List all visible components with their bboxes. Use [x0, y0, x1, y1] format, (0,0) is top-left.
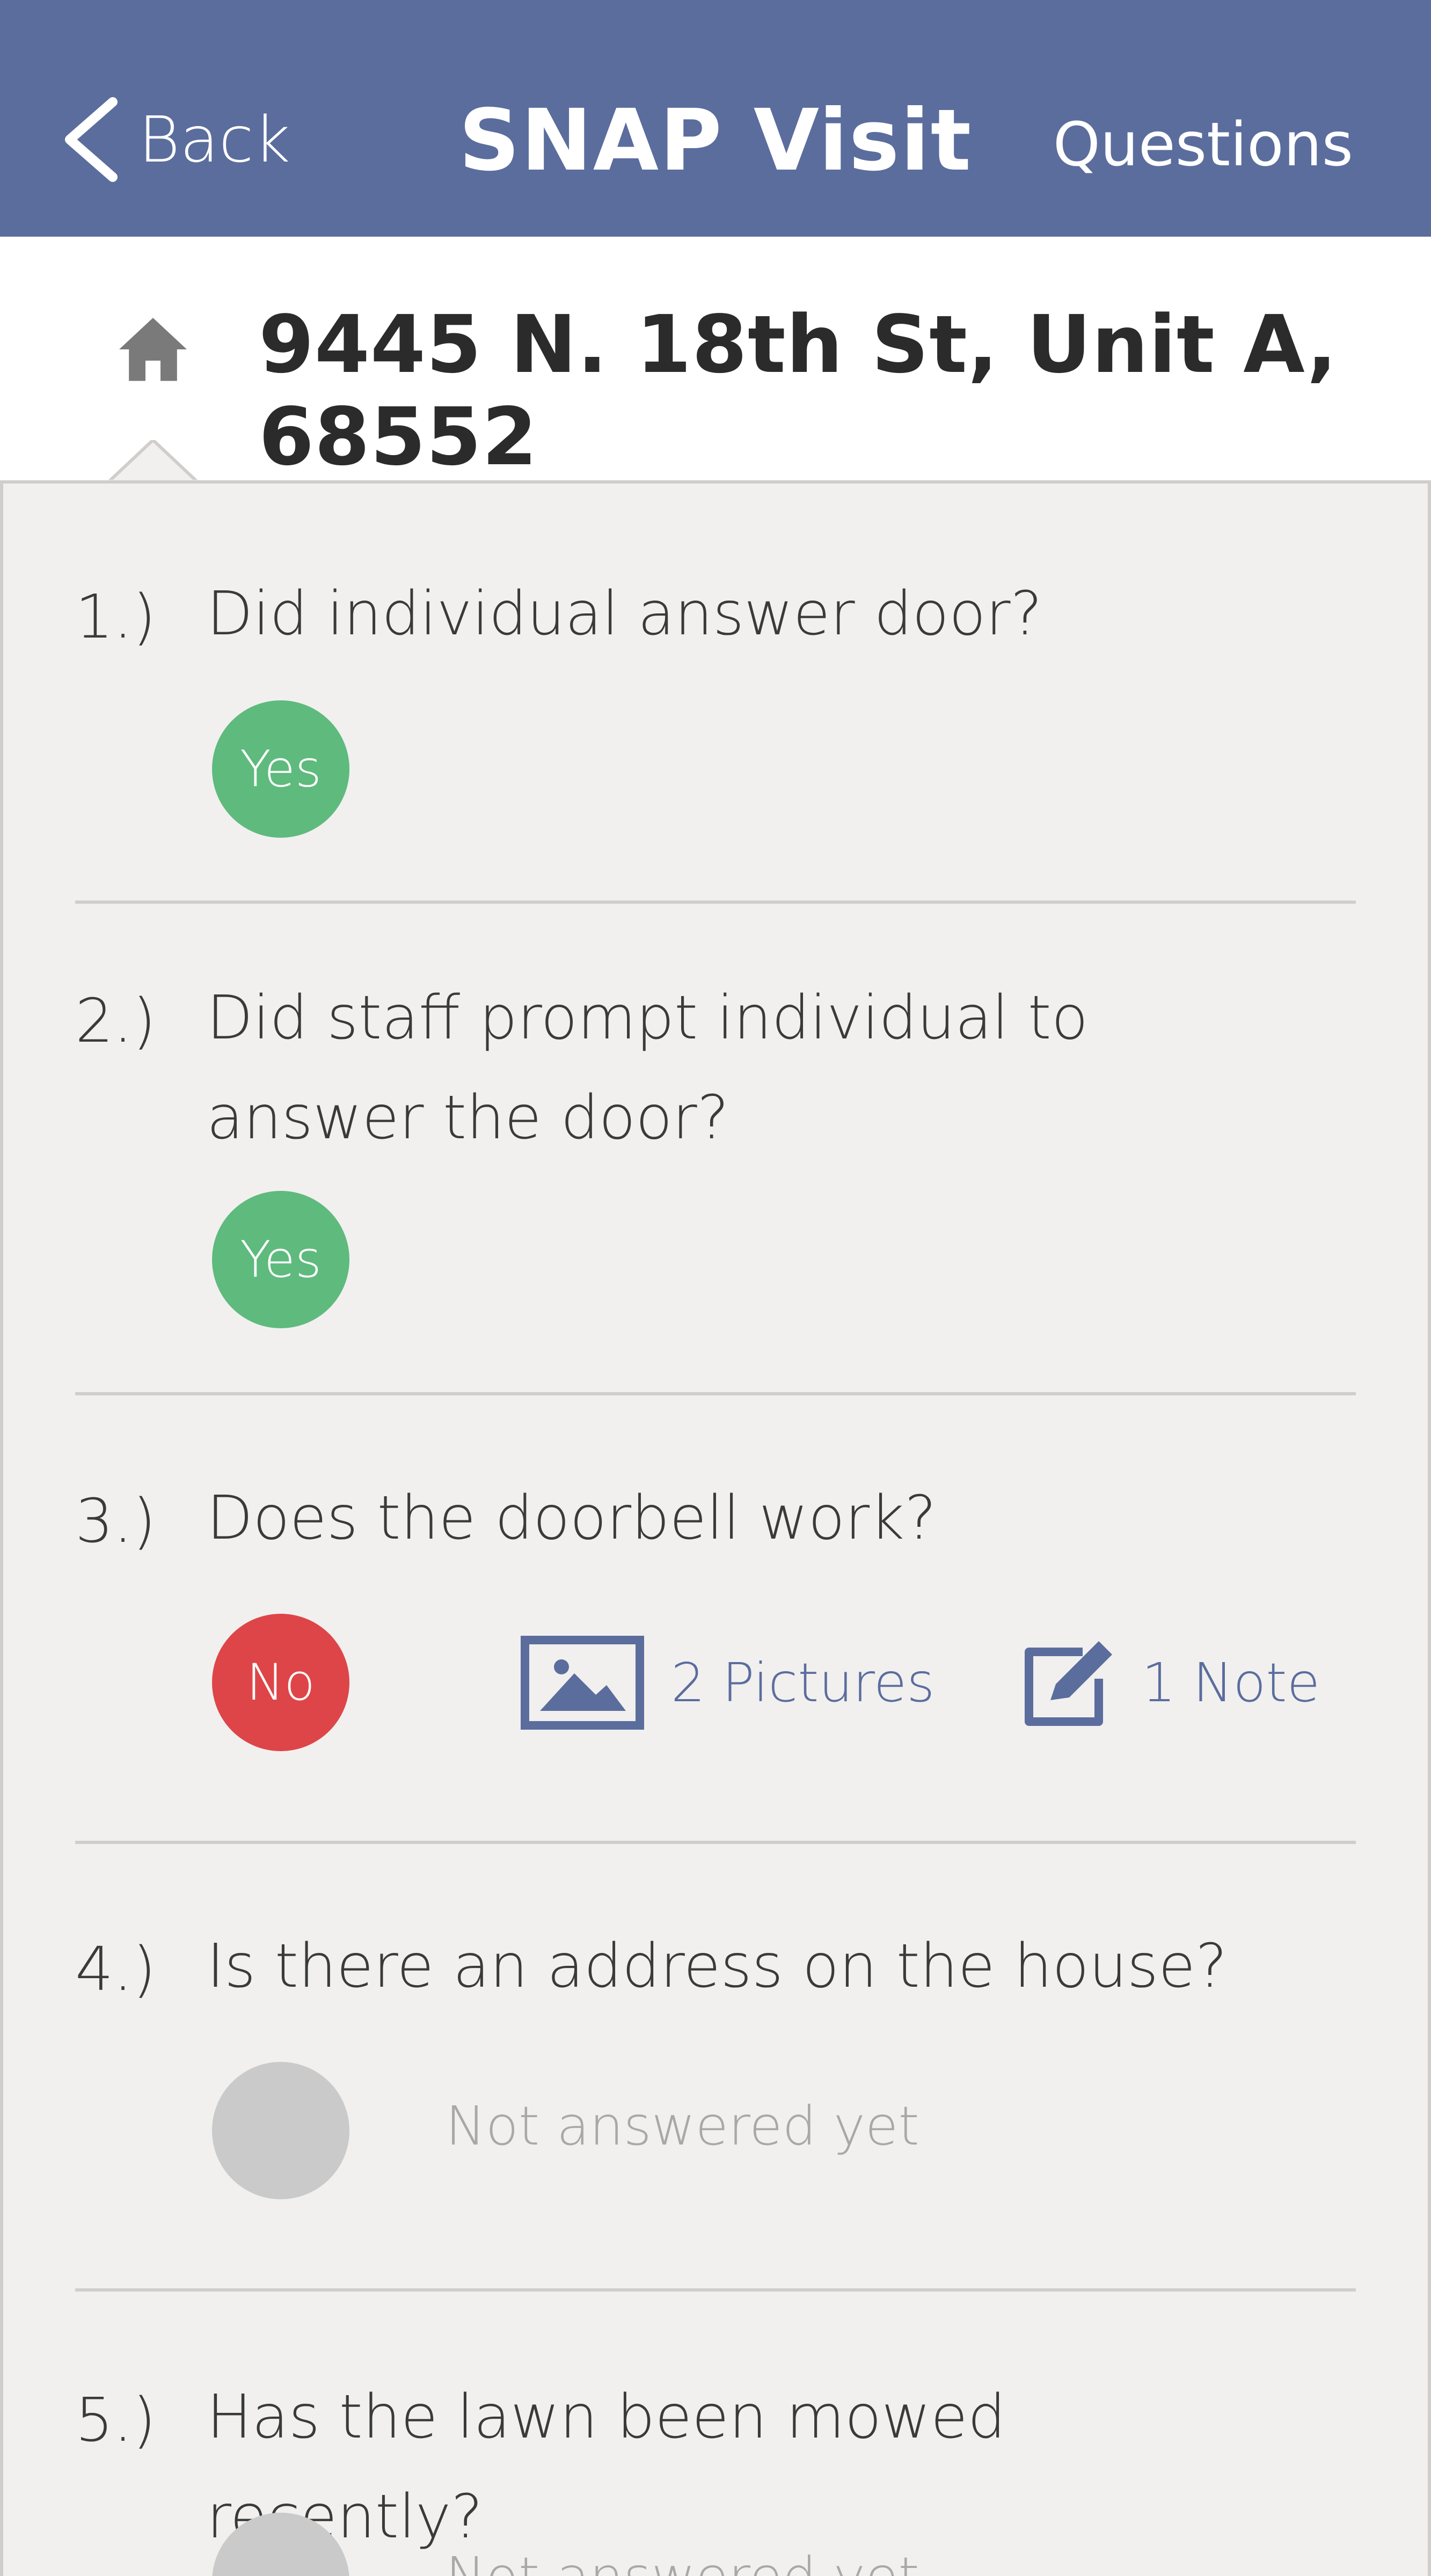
pictures-link[interactable]: 2 Pictures: [521, 1636, 934, 1730]
pictures-label: 2 Pictures: [671, 1651, 935, 1714]
answer-no-button[interactable]: No: [212, 1614, 349, 1751]
address-bar: 9445 N. 18th St, Unit A, 68552: [0, 237, 1431, 483]
notes-label: 1 Note: [1142, 1651, 1320, 1714]
question-number: 1.): [75, 582, 156, 652]
question-number: 3.): [75, 1487, 156, 1556]
question-number: 2.): [75, 986, 156, 1056]
home-icon: [119, 318, 187, 381]
divider: [75, 901, 1356, 904]
question-text: Did staff prompt individual to answer th…: [207, 983, 1089, 1153]
answer-pending-button[interactable]: [212, 2062, 349, 2199]
question-text: Has the lawn been mowed recently?: [207, 2382, 1006, 2552]
notes-link[interactable]: 1 Note: [1018, 1636, 1320, 1730]
question-text: Is there an address on the house?: [207, 1931, 1228, 2001]
app-header: Back SNAP Visit Questions: [0, 0, 1431, 237]
question-text: Did individual answer door?: [207, 579, 1042, 649]
answer-yes-button[interactable]: Yes: [212, 1191, 349, 1328]
divider: [75, 2288, 1356, 2292]
edit-note-icon: [1025, 1641, 1112, 1726]
questions-button[interactable]: Questions: [1053, 110, 1353, 180]
question-number: 5.): [75, 2385, 156, 2455]
divider: [75, 1841, 1356, 1844]
status-text: Not answered yet: [446, 2095, 919, 2157]
status-text: Not answered yet: [446, 2545, 919, 2576]
address-text: 9445 N. 18th St, Unit A, 68552: [259, 298, 1338, 483]
question-number: 4.): [75, 1935, 156, 2004]
question-text: Does the doorbell work?: [207, 1483, 937, 1553]
divider: [75, 1392, 1356, 1395]
answer-yes-button[interactable]: Yes: [212, 700, 349, 838]
pointer-caret: [107, 440, 199, 483]
image-icon: [521, 1636, 644, 1730]
